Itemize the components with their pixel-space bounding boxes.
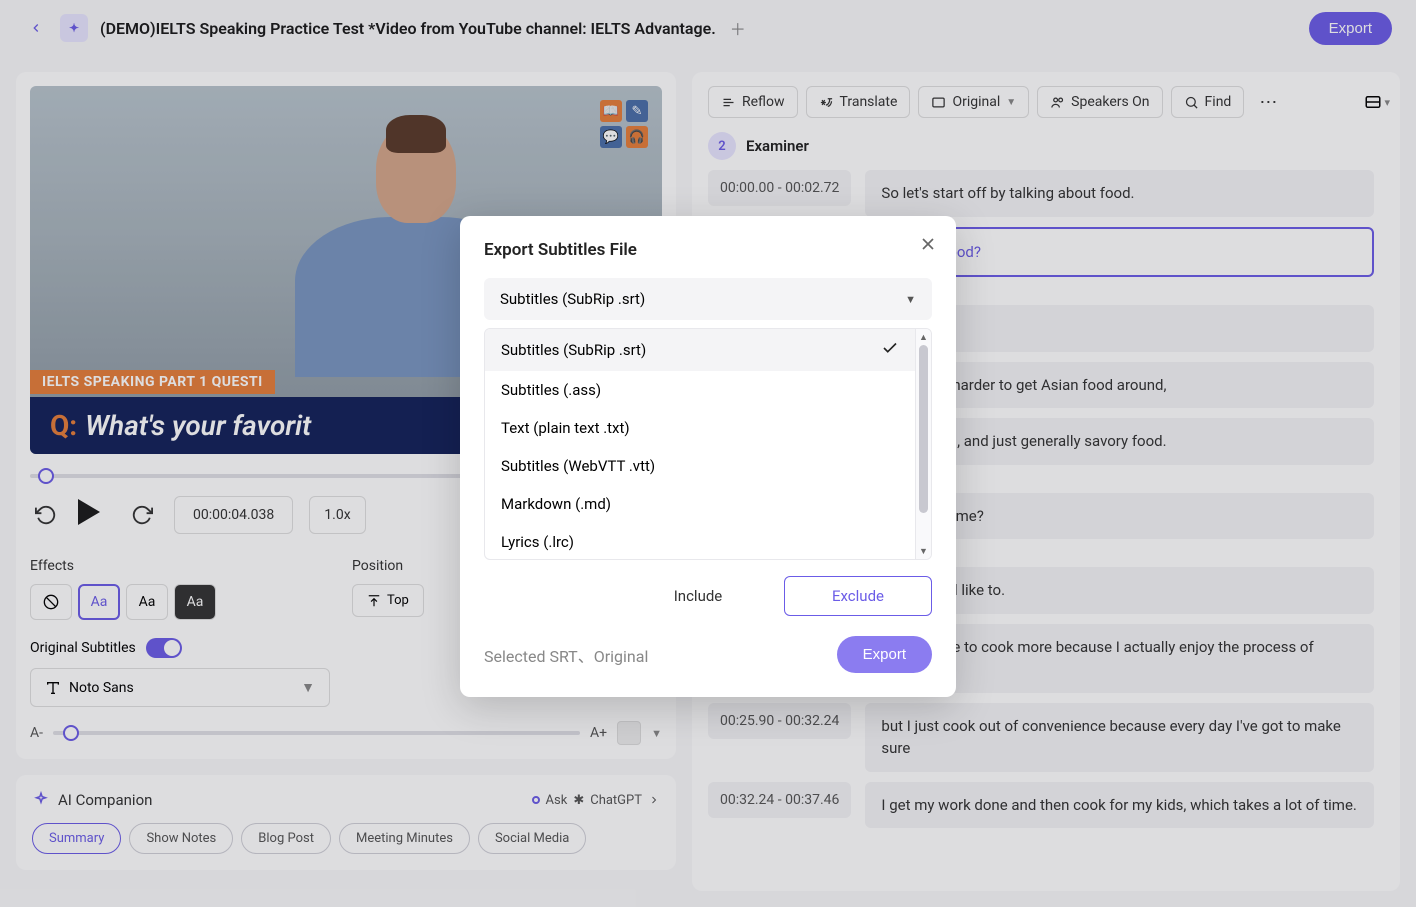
close-button[interactable] [918,234,938,254]
exclude-button[interactable]: Exclude [784,576,932,616]
export-modal: Export Subtitles File Subtitles (SubRip … [460,216,956,697]
modal-summary: Selected SRT、Original [484,643,648,667]
modal-overlay[interactable]: Export Subtitles File Subtitles (SubRip … [0,0,1416,907]
option-lrc[interactable]: Lyrics (.lrc) [485,523,915,559]
chevron-down-icon: ▼ [905,293,916,306]
include-button[interactable]: Include [624,576,772,616]
modal-title: Export Subtitles File [484,240,932,260]
format-selected: Subtitles (SubRip .srt) [500,290,645,308]
format-select[interactable]: Subtitles (SubRip .srt) ▼ [484,278,932,320]
dropdown-scrollbar[interactable]: ▲ ▼ [915,329,931,559]
check-icon [881,339,899,361]
modal-export-button[interactable]: Export [837,636,932,673]
option-ass[interactable]: Subtitles (.ass) [485,371,915,409]
option-md[interactable]: Markdown (.md) [485,485,915,523]
option-vtt[interactable]: Subtitles (WebVTT .vtt) [485,447,915,485]
option-txt[interactable]: Text (plain text .txt) [485,409,915,447]
option-srt[interactable]: Subtitles (SubRip .srt) [485,329,915,371]
format-dropdown: Subtitles (SubRip .srt) Subtitles (.ass)… [484,328,932,560]
